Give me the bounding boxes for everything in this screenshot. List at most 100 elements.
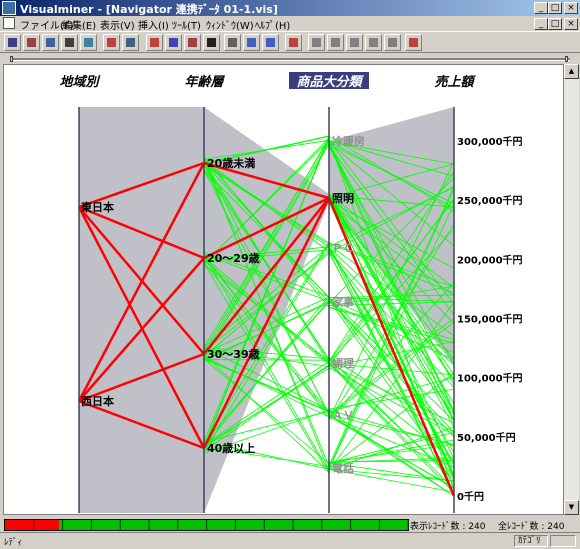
region-age-band (79, 107, 204, 513)
toolbar-icon-14 (266, 38, 275, 47)
category-label: 照明 (332, 192, 354, 205)
toolbar-icon-4 (65, 38, 74, 47)
maximize-button[interactable]: □ (548, 2, 562, 14)
title-bar: Visualminer - [Navigator 連携ﾃﾞｰﾀ 01-1.vis… (0, 0, 580, 16)
slider-track (10, 58, 570, 61)
sales-tick-label: 250,000千円 (457, 194, 523, 207)
toolbar-button-8[interactable] (146, 34, 163, 51)
toolbar-icon-19 (369, 38, 378, 47)
toolbar-icon-5 (84, 38, 93, 47)
toolbar-button-6[interactable] (103, 34, 120, 51)
app-icon (2, 1, 16, 15)
mode-status: ｶﾃｺﾞﾘ (514, 535, 548, 547)
toolbar-button-20[interactable] (384, 34, 401, 51)
toolbar-button-3[interactable] (42, 34, 59, 51)
toolbar-button-2[interactable] (23, 34, 40, 51)
region-label: 西日本 (81, 394, 114, 408)
ready-status: ﾚﾃﾞｨ (4, 538, 23, 548)
toolbar-icon-15 (289, 38, 298, 47)
toolbar-icon-18 (350, 38, 359, 47)
sales-tick-label: 0千円 (457, 490, 484, 503)
category-label: ＡＶ (332, 409, 354, 422)
toolbar-icon-12 (228, 38, 237, 47)
category-label: ＰＣ (332, 242, 354, 255)
toolbar-icon-20 (388, 38, 397, 47)
document-icon[interactable] (3, 17, 15, 29)
age-label: 40歳以上 (207, 441, 255, 455)
toolbar-button-19[interactable] (365, 34, 382, 51)
total-record-count: 全ﾚｺｰﾄﾞ数 : 240 (498, 522, 565, 532)
age-label: 20歳未満 (207, 156, 255, 170)
toolbar-button-18[interactable] (346, 34, 363, 51)
category-label: 電話 (332, 461, 354, 475)
sales-tick-label: 150,000千円 (457, 313, 523, 326)
window-title: Visualminer - [Navigator 連携ﾃﾞｰﾀ 01-1.vis… (20, 3, 278, 16)
status-bar: ﾚﾃﾞｨ ｶﾃｺﾞﾘ (0, 532, 580, 549)
minimize-button[interactable]: _ (534, 2, 548, 14)
toolbar-icon-2 (27, 38, 36, 47)
toolbar-button-13[interactable] (243, 34, 260, 51)
toolbar-button-7[interactable] (122, 34, 139, 51)
toolbar-icon-7 (126, 38, 135, 47)
axis-header-4: 売上額 (434, 74, 476, 90)
menu-view[interactable]: 表示(V) (100, 17, 135, 32)
menu-edit[interactable]: 編集(E) (62, 17, 96, 32)
age-label: 20～29歳 (207, 251, 260, 265)
sales-tick-label: 200,000千円 (457, 253, 523, 266)
sales-tick-label: 50,000千円 (457, 431, 516, 444)
toolbar-icon-9 (169, 38, 178, 47)
status-panel-empty (550, 535, 576, 547)
region-label: 東日本 (81, 200, 114, 214)
toolbar-button-1[interactable] (4, 34, 21, 51)
slider-right-handle[interactable] (565, 56, 568, 62)
toolbar-button-12[interactable] (224, 34, 241, 51)
sales-tick-label: 100,000千円 (457, 372, 523, 385)
record-line (328, 367, 455, 436)
display-record-count: 表示ﾚｺｰﾄﾞ数 : 240 (410, 522, 486, 532)
toolbar-button-5[interactable] (80, 34, 97, 51)
category-label: 家事 (332, 295, 354, 309)
toolbar-button-21[interactable] (405, 34, 422, 51)
age-label: 30～39歳 (207, 347, 260, 361)
toolbar-icon-11 (207, 38, 216, 47)
menu-tools[interactable]: ﾂｰﾙ(T) (172, 17, 201, 32)
doc-minimize-button[interactable]: _ (534, 18, 548, 30)
toolbar (0, 31, 580, 53)
slider-left-handle[interactable] (10, 56, 13, 62)
menu-help[interactable]: ﾍﾙﾌﾟ(H) (255, 17, 290, 32)
toolbar-icon-3 (46, 38, 55, 47)
toolbar-icon-8 (150, 38, 159, 47)
chart-canvas[interactable]: 地域別 年齢層 商品大分類 売上額東日本西日本 20歳未満 20～29歳 30～39歳 40歳… (3, 64, 564, 515)
axis-header-2: 年齢層 (184, 74, 225, 90)
axis-header-1: 地域別 (59, 74, 100, 90)
record-progress-bar (4, 519, 409, 531)
toolbar-icon-16 (312, 38, 321, 47)
toolbar-button-17[interactable] (327, 34, 344, 51)
toolbar-icon-17 (331, 38, 340, 47)
toolbar-button-10[interactable] (184, 34, 201, 51)
scroll-down-icon[interactable]: ▼ (564, 500, 579, 515)
menu-bar: ファイル(F) 編集(E) 表示(V) 挿入(I) ﾂｰﾙ(T) ｳｨﾝﾄﾞｳ(… (0, 16, 580, 32)
toolbar-icon-13 (247, 38, 256, 47)
category-label: 調理 (332, 356, 354, 370)
toolbar-icon-21 (409, 38, 418, 47)
toolbar-button-14[interactable] (262, 34, 279, 51)
doc-close-button[interactable]: × (564, 18, 578, 30)
close-button[interactable]: × (564, 2, 578, 14)
menu-window[interactable]: ｳｨﾝﾄﾞｳ(W) (206, 17, 254, 32)
sales-tick-label: 300,000千円 (457, 135, 523, 148)
parallel-coordinates-chart[interactable]: 地域別 年齢層 商品大分類 売上額東日本西日本 20歳未満 20～29歳 30～39歳 40歳… (4, 65, 564, 515)
doc-restore-button[interactable]: □ (548, 18, 562, 30)
toolbar-button-4[interactable] (61, 34, 78, 51)
axis-header-3: 商品大分類 (296, 74, 364, 90)
slider-ruler (0, 54, 580, 64)
toolbar-button-11[interactable] (203, 34, 220, 51)
toolbar-icon-10 (188, 38, 197, 47)
menu-insert[interactable]: 挿入(I) (138, 17, 169, 32)
toolbar-button-9[interactable] (165, 34, 182, 51)
scroll-up-icon[interactable]: ▲ (564, 64, 579, 79)
vertical-scrollbar[interactable]: ▲ ▼ (564, 64, 579, 515)
toolbar-button-15[interactable] (285, 34, 302, 51)
toolbar-button-16[interactable] (308, 34, 325, 51)
toolbar-icon-1 (8, 38, 17, 47)
